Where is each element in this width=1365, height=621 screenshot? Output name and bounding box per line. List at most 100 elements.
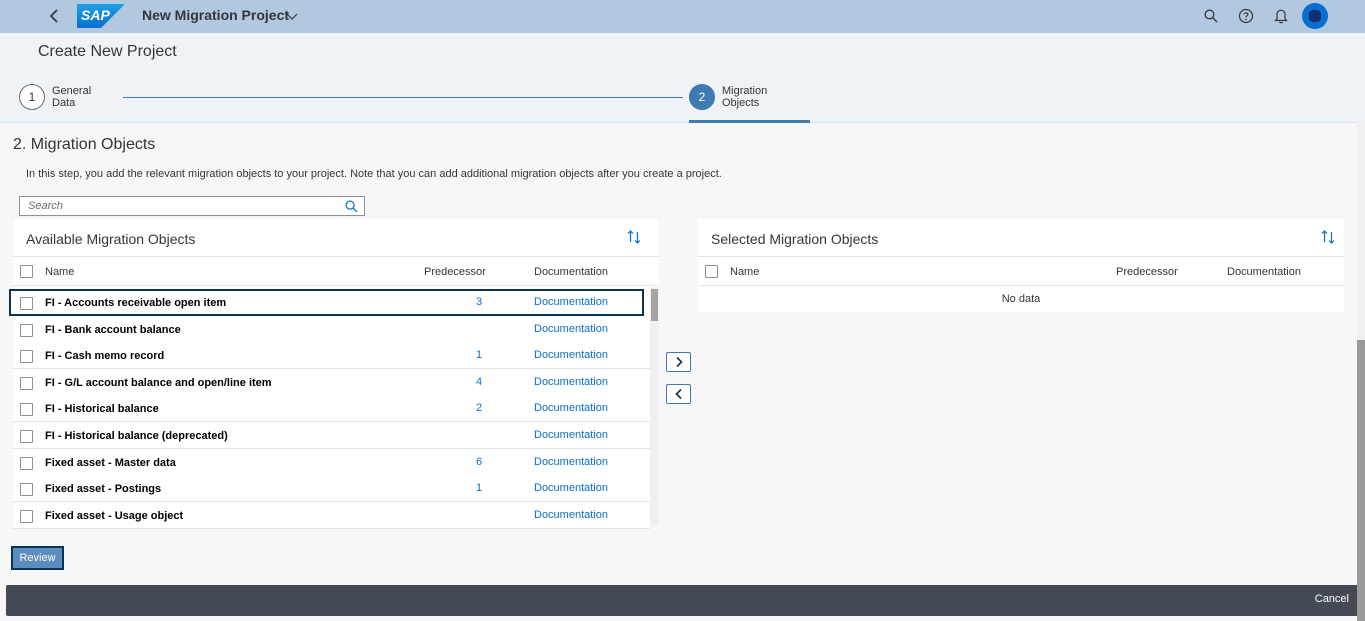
wizard-header: Create New Project 1 General Data 2 Migr… [0,33,1365,123]
predecessor-link[interactable]: 3 [473,296,485,308]
row-checkbox[interactable] [20,403,33,417]
table-row[interactable]: Fixed asset - Postings 1 Documentation [13,475,650,503]
step-connector [123,97,683,98]
column-name[interactable]: Name [45,266,74,278]
step-label: General Data [52,85,92,109]
help-button[interactable] [1235,5,1257,27]
search-field[interactable] [19,196,365,216]
avatar-icon [1309,10,1321,22]
row-checkbox[interactable] [20,376,33,390]
add-object-button[interactable] [666,352,691,372]
column-name[interactable]: Name [730,266,759,278]
table-header: Name Predecessor Documentation [13,256,659,286]
app-title[interactable]: New Migration Project [142,7,289,23]
back-button[interactable] [42,4,66,28]
row-checkbox[interactable] [20,483,33,497]
object-name: Fixed asset - Usage object [45,509,184,522]
column-documentation[interactable]: Documentation [1227,266,1301,278]
table-row[interactable]: FI - Cash memo record 1 Documentation [13,342,650,370]
remove-object-button[interactable] [666,384,691,404]
wizard-step-migration-objects[interactable]: 2 Migration Objects [689,84,770,110]
row-checkbox[interactable] [20,430,33,443]
search-input[interactable] [20,197,340,215]
sap-logo-text: SAP [81,7,110,23]
select-all-checkbox[interactable] [20,265,33,278]
column-documentation[interactable]: Documentation [534,266,608,278]
table-row[interactable]: Fixed asset - Usage object Documentation [13,501,650,529]
row-checkbox[interactable] [20,323,33,337]
table-row[interactable]: FI - Historical balance 2 Documentation [13,395,650,423]
section-title: 2. Migration Objects [13,136,156,153]
predecessor-link[interactable]: 2 [473,402,485,414]
table-title: Available Migration Objects [26,231,196,247]
table-row[interactable]: FI - Bank account balance Documentation [13,315,650,343]
predecessor-link[interactable]: 1 [473,349,485,361]
page-scrollbar-thumb[interactable] [1357,340,1365,621]
step-number: 2 [689,84,715,110]
search-button[interactable] [1200,5,1222,27]
shell-bar: SAP New Migration Project [0,0,1365,33]
help-icon [1238,8,1254,24]
page-scrollbar[interactable] [1357,122,1365,621]
table-title: Selected Migration Objects [711,231,879,247]
bell-icon [1274,9,1288,24]
table-header: Name Predecessor Documentation [698,256,1344,286]
search-icon[interactable] [345,200,358,213]
page-title: Create New Project [38,43,177,60]
documentation-link[interactable]: Documentation [534,296,608,308]
object-name: FI - Historical balance (deprecated) [45,430,228,442]
documentation-link[interactable]: Documentation [534,402,608,414]
predecessor-link[interactable]: 1 [473,482,485,494]
scrollbar-thumb[interactable] [651,289,658,321]
sort-icon[interactable] [1320,229,1336,245]
table-scrollbar[interactable] [650,287,659,525]
predecessor-link[interactable]: 6 [473,456,485,468]
chevron-right-icon [675,356,683,368]
chevron-left-icon [674,388,682,400]
intro-text: In this step, you add the relevant migra… [26,168,722,180]
documentation-link[interactable]: Documentation [534,429,608,441]
table-row[interactable]: Fixed asset - Master data 6 Documentation [13,448,650,476]
selected-objects-table: Selected Migration Objects Name Predeces… [698,219,1344,312]
documentation-link[interactable]: Documentation [534,349,608,361]
cancel-button[interactable]: Cancel [1315,593,1349,605]
review-button[interactable]: Review [11,546,64,570]
available-objects-table: Available Migration Objects Name Predece… [9,219,659,529]
documentation-link[interactable]: Documentation [534,509,608,521]
row-checkbox[interactable] [20,456,33,470]
documentation-link[interactable]: Documentation [534,323,608,335]
predecessor-link[interactable]: 4 [473,376,485,388]
back-icon [49,9,58,23]
column-predecessor[interactable]: Predecessor [424,266,486,278]
table-row[interactable]: FI - Historical balance (deprecated) Docu… [13,422,650,449]
documentation-link[interactable]: Documentation [534,456,608,468]
row-checkbox[interactable] [20,509,33,523]
user-avatar[interactable] [1302,3,1328,29]
select-all-checkbox[interactable] [705,265,718,278]
object-name: FI - Cash memo record [45,350,165,363]
object-name: Fixed asset - Postings [45,483,162,496]
sort-icon[interactable] [626,229,642,245]
footer-toolbar: Cancel [6,585,1359,616]
row-checkbox[interactable] [20,297,33,310]
step-label: Migration Objects [722,85,768,109]
wizard-step-general-data[interactable]: 1 General Data [19,84,100,110]
row-checkbox[interactable] [20,350,33,364]
object-name: Fixed asset - Master data [45,456,176,469]
table-row[interactable]: FI - Accounts receivable open item 3 Docum… [9,289,644,316]
column-predecessor[interactable]: Predecessor [1116,266,1178,278]
sap-logo: SAP [77,4,125,28]
active-step-indicator [689,120,810,123]
no-data-text: No data [1001,293,1041,305]
documentation-link[interactable]: Documentation [534,482,608,494]
chevron-down-icon[interactable] [284,8,300,24]
documentation-link[interactable]: Documentation [534,376,608,388]
table-row[interactable]: FI - G/L account balance and open/line i… [13,368,650,396]
notifications-button[interactable] [1270,5,1292,27]
step-number: 1 [19,84,45,110]
object-name: FI - Accounts receivable open item [45,297,227,309]
search-icon [1204,9,1218,23]
object-name: FI - Historical balance [45,403,159,416]
object-name: FI - Bank account balance [45,323,181,336]
object-name: FI - G/L account balance and open/line i… [45,376,272,389]
